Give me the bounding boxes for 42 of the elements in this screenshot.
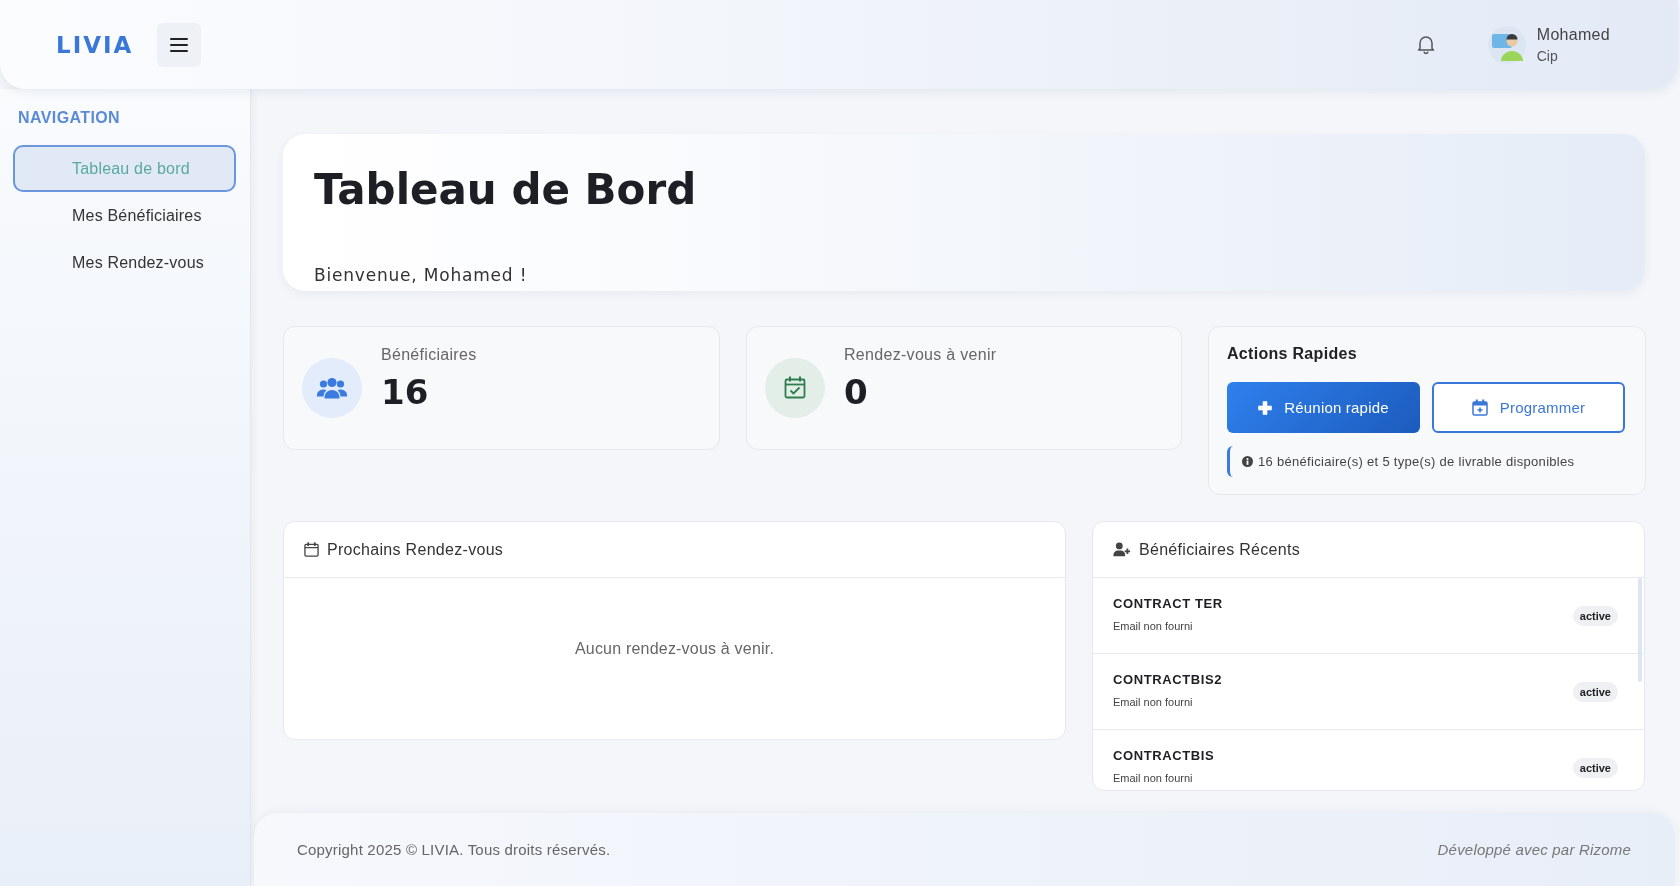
stat-label: Rendez-vous à venir <box>844 345 997 365</box>
user-plus-icon <box>1113 542 1131 557</box>
users-icon <box>302 358 362 418</box>
page-title: Tableau de Bord <box>314 164 698 216</box>
welcome-text: Bienvenue, Mohamed ! <box>314 264 529 286</box>
beneficiary-email: Email non fourni <box>1113 695 1194 709</box>
info-text: 16 bénéficiaire(s) et 5 type(s) de livrable disponibles <box>1258 454 1575 469</box>
scrollbar[interactable] <box>1638 578 1642 682</box>
quick-meeting-button[interactable]: Réunion rapide <box>1227 382 1420 433</box>
sidebar-item[interactable]: Mes Rendez-vous <box>13 239 236 286</box>
copyright-text: Copyright 2025 © LIVIA. Tous droits réservés. <box>297 841 611 858</box>
status-badge: active <box>1572 605 1618 626</box>
menu-button[interactable] <box>157 22 202 67</box>
calendar-plus-icon <box>1471 399 1488 416</box>
sidebar-item[interactable]: Mes Bénéficiaires <box>13 192 236 239</box>
status-badge: active <box>1572 681 1618 702</box>
plus-icon <box>1258 400 1273 415</box>
beneficiary-name: CONTRACTBIS <box>1113 748 1215 764</box>
notification-bell-icon[interactable] <box>1416 34 1435 55</box>
beneficiary-email: Email non fourni <box>1113 771 1194 785</box>
stat-value: 0 <box>844 372 869 412</box>
user-avatar[interactable] <box>1487 25 1526 64</box>
menu-icon <box>169 36 190 53</box>
empty-message: Aucun rendez-vous à venir. <box>573 639 776 659</box>
nav-heading: NAVIGATION <box>17 108 122 128</box>
user-role: Cip <box>1536 47 1559 64</box>
stat-value: 16 <box>381 372 430 412</box>
beneficiary-name: CONTRACTBIS2 <box>1113 672 1223 688</box>
schedule-button[interactable]: Programmer <box>1432 382 1625 433</box>
user-name[interactable]: Mohamed <box>1536 25 1610 44</box>
beneficiary-email: Email non fourni <box>1113 619 1194 633</box>
card-title: Bénéficiaires Récents <box>1139 540 1301 559</box>
info-icon <box>1242 456 1253 467</box>
status-badge: active <box>1572 757 1618 778</box>
card-title: Prochains Rendez-vous <box>327 540 504 559</box>
calendar-icon <box>304 542 319 557</box>
beneficiary-name: CONTRACT TER <box>1113 596 1223 612</box>
logo[interactable]: LIVIA <box>56 31 134 58</box>
card-title: Actions Rapides <box>1227 344 1358 364</box>
stat-label: Bénéficiaires <box>381 345 477 365</box>
credit-text: Développé avec par Rizome <box>1437 841 1631 858</box>
calendar-check-icon <box>765 358 825 418</box>
